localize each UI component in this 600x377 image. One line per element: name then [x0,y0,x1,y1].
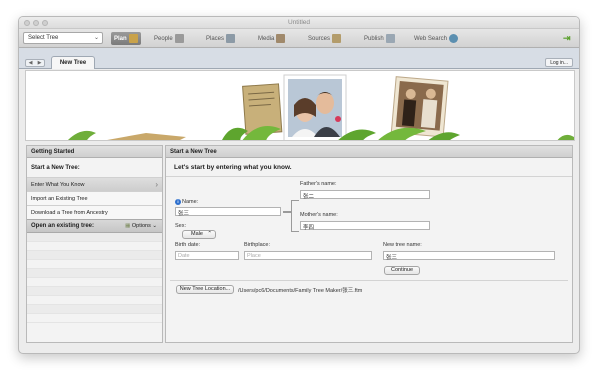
back-arrow-icon[interactable]: ◀ [29,60,33,66]
nav-web-search[interactable]: Web Search [411,32,461,45]
nav-media-label: Media [258,35,275,42]
forward-arrow-icon[interactable]: ▶ [38,60,42,66]
app-window: Untitled Select Tree ⌄ Plan People Place… [18,16,580,354]
chevron-updown-icon: ⌄ [93,35,99,41]
places-icon [226,34,236,43]
select-tree-dropdown[interactable]: Select Tree ⌄ [23,32,103,44]
title-bar: Untitled [19,17,579,29]
nav-places-label: Places [206,35,225,42]
open-existing-tree-title: Open an existing tree: [31,223,95,229]
tree-name-label: New tree name: [383,242,422,248]
start-new-tree-title: Start a New Tree: [31,165,80,171]
list-row [27,251,162,260]
options-dropdown[interactable]: ▦ Options ⌄ [125,223,157,229]
main-toolbar: Select Tree ⌄ Plan People Places Media S… [19,29,579,48]
nav-places[interactable]: Places [203,32,238,45]
nav-publish[interactable]: Publish [361,32,398,45]
sex-select[interactable]: Male ⌃ [182,230,216,239]
window-title: Untitled [287,19,311,26]
start-new-tree-header: Start a New Tree [166,146,572,158]
chevron-right-icon: › [155,180,158,189]
divider [170,280,568,281]
list-row [27,296,162,305]
tab-bar: ◀ ▶ New Tree Log in... [19,48,579,69]
name-label: i Name: [175,199,198,205]
father-label: Father's name: [300,181,337,187]
list-row [27,242,162,251]
banner-illustration [68,74,574,140]
tree-location-path: /Users/pc6/Documents/Family Tree Maker/张… [238,288,363,294]
list-row [27,305,162,314]
list-row [27,278,162,287]
father-name-field[interactable]: 张二 [300,190,430,200]
birthplace-field[interactable]: Place [244,251,372,260]
birth-date-label: Birth date: [175,242,201,248]
list-row [27,314,162,323]
list-row [27,260,162,269]
name-field[interactable]: 张三 [175,207,281,217]
start-new-tree-panel: Start a New Tree Let's start by entering… [165,145,573,343]
mother-label: Mother's name: [300,212,338,218]
nav-sources[interactable]: Sources [305,32,344,45]
parents-connector [291,200,299,232]
nav-people[interactable]: People [151,32,187,45]
info-icon[interactable]: i [175,199,181,205]
nav-web-search-label: Web Search [414,35,447,42]
welcome-banner [25,70,575,141]
nav-plan-label: Plan [114,35,127,42]
options-label: Options [131,223,151,229]
getting-started-panel: Getting Started Start a New Tree: Enter … [26,145,163,343]
birthplace-label: Birthplace: [244,242,270,248]
chevron-down-icon: ⌄ [152,223,157,229]
login-button[interactable]: Log in... [545,58,573,67]
publish-icon [385,34,395,43]
nav-publish-label: Publish [364,35,384,42]
nav-media[interactable]: Media [255,32,288,45]
tab-new-tree[interactable]: New Tree [51,56,95,69]
list-row [27,233,162,242]
sources-icon [332,34,342,43]
list-item-enter-what-you-know[interactable]: Enter What You Know › [27,177,162,191]
sex-label: Sex: [175,223,187,229]
getting-started-header: Getting Started [27,146,162,158]
media-icon [276,34,286,43]
people-icon [174,34,184,43]
mother-name-field[interactable]: 李四 [300,221,430,231]
existing-trees-list [27,233,162,323]
list-item-label: Enter What You Know [31,182,85,188]
list-row [27,269,162,278]
list-item-label: Download a Tree from Ancestry [31,210,108,216]
nav-sources-label: Sources [308,35,331,42]
list-row [27,287,162,296]
lead-text: Let's start by entering what you know. [166,158,572,177]
exit-icon[interactable]: ⇥ [563,34,573,43]
select-tree-value: Select Tree [28,35,59,41]
folder-icon: ▦ [125,223,131,229]
list-item-label: Import an Existing Tree [31,196,88,202]
plan-icon [128,34,138,43]
parents-connector-stem [283,211,291,213]
list-item-download-from-ancestry[interactable]: Download a Tree from Ancestry [27,205,162,219]
web-search-icon [448,34,458,43]
back-forward-buttons[interactable]: ◀ ▶ [25,59,45,67]
nav-people-label: People [154,35,173,42]
sex-value: Male [191,231,203,237]
tree-name-field[interactable]: 张三 [383,251,555,261]
new-tree-location-button[interactable]: New Tree Location... [176,285,234,294]
open-existing-tree-bar: Open an existing tree: ▦ Options ⌄ [27,219,162,233]
chevron-updown-icon: ⌃ [207,231,212,237]
continue-button[interactable]: Continue [384,266,420,275]
birth-date-field[interactable]: Date [175,251,239,260]
list-item-import-existing-tree[interactable]: Import an Existing Tree [27,191,162,205]
nav-plan[interactable]: Plan [111,32,141,45]
